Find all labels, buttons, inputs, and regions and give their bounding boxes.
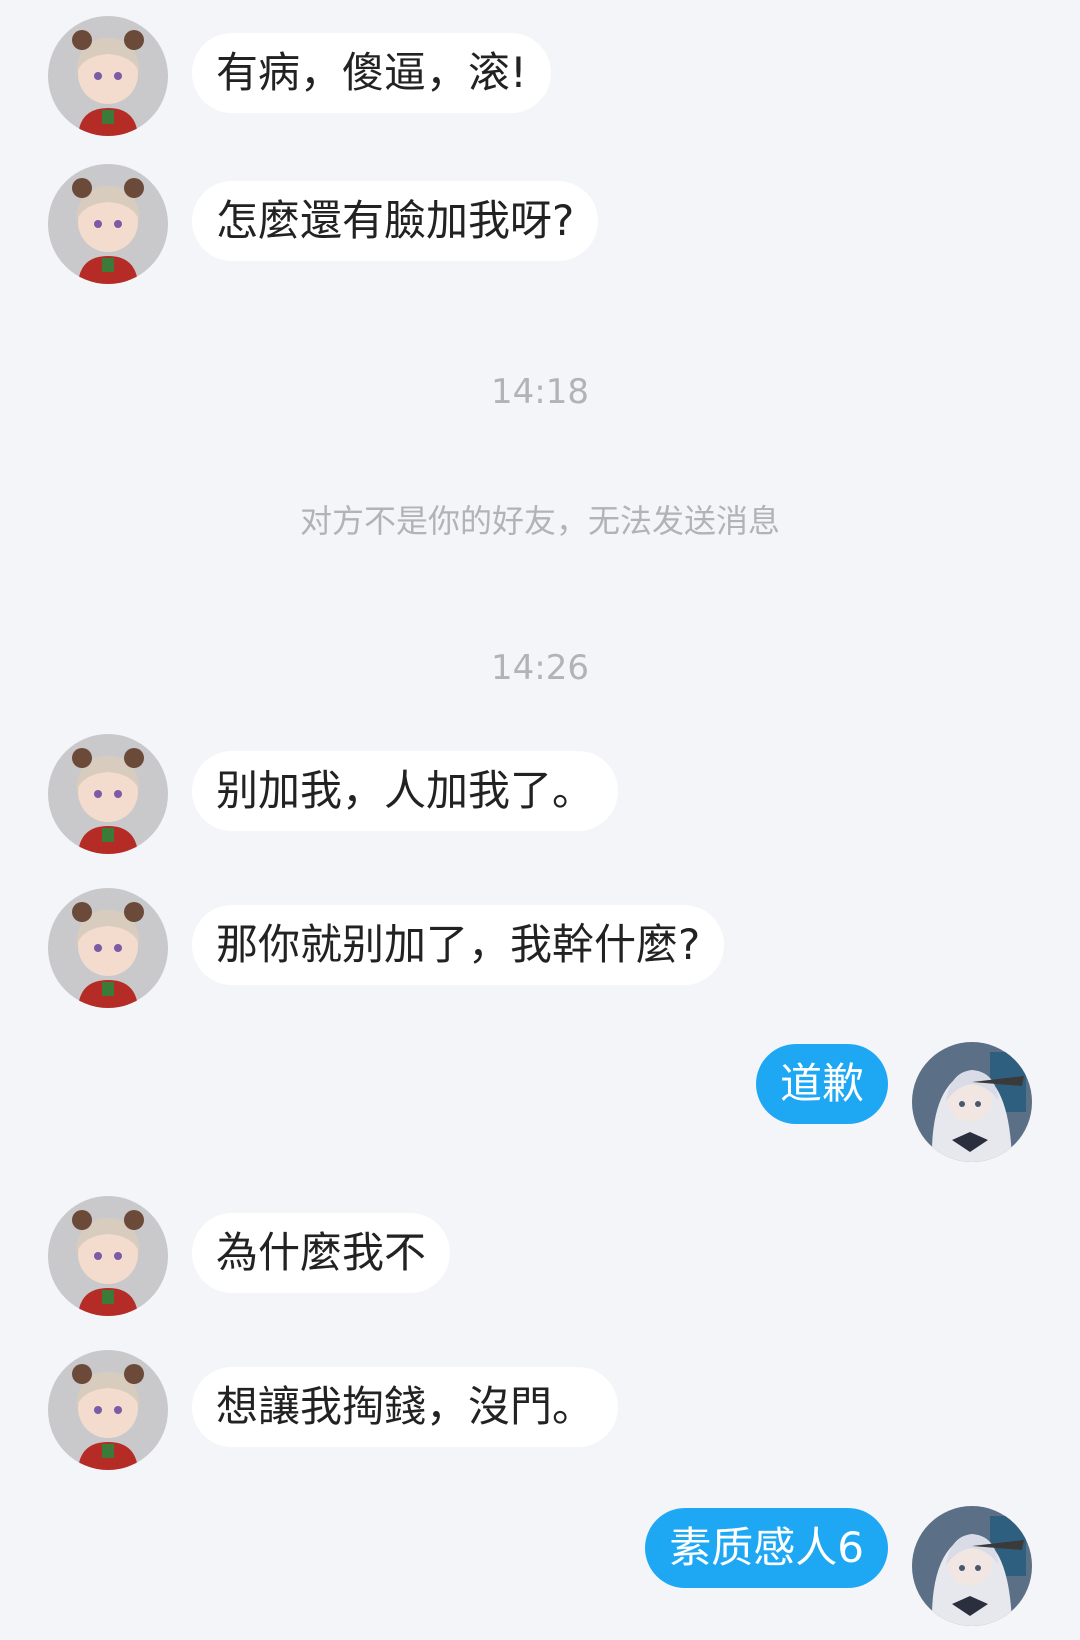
message-bubble[interactable]: 有病，傻逼，滚! bbox=[192, 33, 551, 113]
timestamp: 14:18 bbox=[491, 372, 589, 412]
contact-avatar[interactable] bbox=[48, 16, 168, 136]
contact-avatar[interactable] bbox=[48, 888, 168, 1008]
message-bubble[interactable]: 那你就别加了，我幹什麼? bbox=[192, 905, 725, 985]
contact-avatar[interactable] bbox=[48, 164, 168, 284]
message-bubble[interactable]: 怎麼還有臉加我呀? bbox=[192, 181, 599, 261]
contact-avatar[interactable] bbox=[48, 734, 168, 854]
user-avatar[interactable] bbox=[912, 1042, 1032, 1162]
contact-avatar[interactable] bbox=[48, 1350, 168, 1470]
chat-message-list[interactable]: 有病，傻逼，滚! 怎麼還有臉加我呀? 14:18 对方不是你的好友，无法发送消息… bbox=[0, 0, 1080, 1640]
message-bubble[interactable]: 别加我，人加我了。 bbox=[192, 751, 619, 831]
message-row-incoming: 那你就别加了，我幹什麼? bbox=[0, 888, 1080, 1012]
timestamp: 14:26 bbox=[491, 648, 589, 688]
message-row-incoming: 想讓我掏錢，沒門。 bbox=[0, 1350, 1080, 1474]
system-notice: 对方不是你的好友，无法发送消息 bbox=[299, 502, 780, 540]
message-row-incoming: 為什麼我不 bbox=[0, 1196, 1080, 1320]
message-row-incoming: 有病，傻逼，滚! bbox=[0, 16, 1080, 140]
message-row-outgoing: 道歉 bbox=[0, 1042, 1080, 1166]
message-row-outgoing: 素质感人6 bbox=[0, 1506, 1080, 1630]
message-bubble[interactable]: 想讓我掏錢，沒門。 bbox=[192, 1367, 619, 1447]
contact-avatar[interactable] bbox=[48, 1196, 168, 1316]
message-row-incoming: 怎麼還有臉加我呀? bbox=[0, 164, 1080, 288]
message-bubble[interactable]: 為什麼我不 bbox=[192, 1213, 451, 1293]
message-bubble-outgoing[interactable]: 素质感人6 bbox=[645, 1508, 888, 1588]
message-row-incoming: 别加我，人加我了。 bbox=[0, 734, 1080, 858]
message-bubble-outgoing[interactable]: 道歉 bbox=[755, 1044, 888, 1124]
user-avatar[interactable] bbox=[912, 1506, 1032, 1626]
